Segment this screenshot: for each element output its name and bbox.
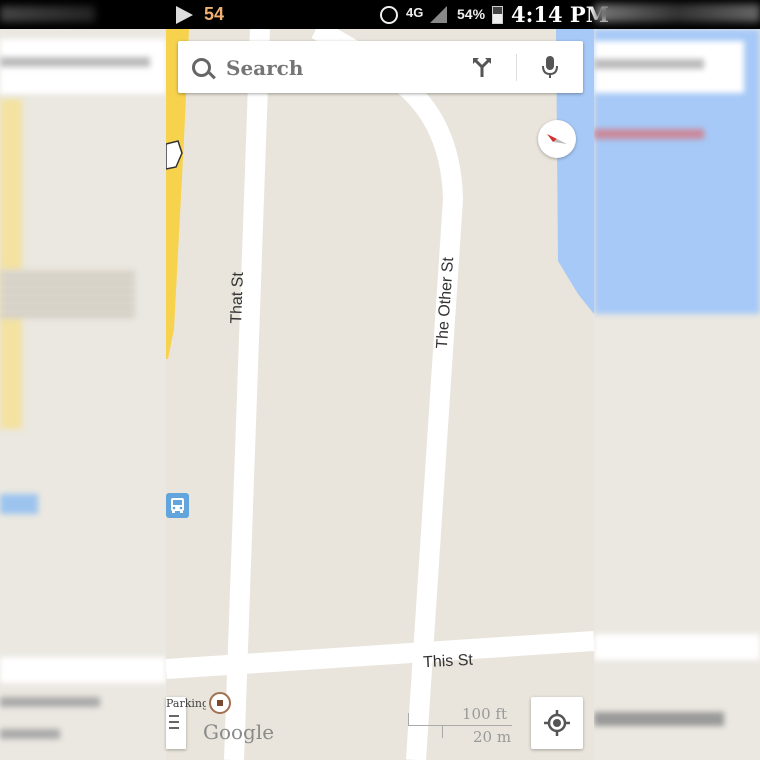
search-input[interactable] — [224, 54, 428, 82]
play-store-icon — [176, 6, 193, 24]
poi-label-parking[interactable]: Parking — [166, 697, 206, 710]
map-roads — [166, 29, 594, 760]
status-bar: 54 4G 54% 4:14 PM — [0, 0, 760, 29]
google-logo: Google — [203, 720, 275, 744]
battery-icon — [492, 6, 503, 24]
road-label-that-st: That St — [228, 271, 247, 325]
blurred-status-left — [0, 6, 95, 22]
network-label: 4G — [406, 5, 424, 20]
map-view[interactable] — [166, 29, 594, 760]
battery-percent: 54% — [457, 6, 486, 22]
blurred-map-left — [0, 29, 166, 760]
search-bar[interactable] — [178, 41, 583, 93]
compass-button[interactable] — [538, 120, 576, 158]
scale-bar-tick — [408, 713, 409, 726]
search-divider — [516, 54, 517, 81]
menu-icon-line — [169, 715, 179, 717]
blurred-status-right — [595, 4, 760, 22]
alarm-icon — [380, 6, 398, 24]
my-location-button[interactable] — [531, 697, 583, 749]
blurred-map-right — [594, 29, 760, 760]
search-icon[interactable] — [192, 58, 211, 77]
road-label-this-st: This St — [422, 651, 474, 672]
scale-bar-line — [408, 725, 512, 726]
menu-icon-line — [169, 721, 179, 723]
signal-icon — [430, 6, 447, 23]
notification-count: 54 — [204, 4, 225, 24]
scale-label-top: 100 ft — [462, 705, 507, 723]
my-location-icon — [544, 710, 570, 736]
scale-label-bottom: 20 m — [473, 728, 512, 746]
compass-icon — [547, 134, 567, 144]
bus-icon[interactable] — [166, 493, 189, 518]
poi-icon[interactable] — [209, 692, 231, 714]
directions-icon[interactable] — [470, 55, 494, 79]
mic-icon[interactable] — [538, 54, 562, 80]
road-that-st — [224, 29, 270, 760]
scale-bar-tick — [442, 725, 443, 738]
menu-icon-line — [169, 727, 179, 729]
